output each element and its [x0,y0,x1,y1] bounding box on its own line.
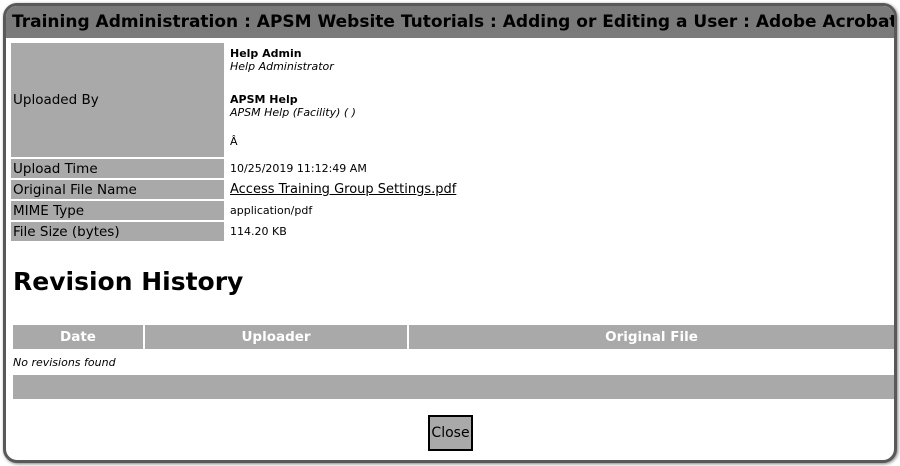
mime-type-value: application/pdf [230,204,313,217]
upload-time-label: Upload Time [11,159,226,178]
column-header-uploader: Uploader [145,325,407,349]
revision-history-heading: Revision History [13,267,244,296]
upload-time-row: Upload Time 10/25/2019 11:12:49 AM [11,159,891,178]
uploaded-by-label: Uploaded By [11,43,226,157]
uploader-name: Help Admin [230,47,302,60]
no-revisions-message: No revisions found [13,355,116,369]
uploader-name: APSM Help [230,93,298,106]
uploader-entry: APSM Help APSM Help (Facility) ( ) [230,73,887,119]
revision-header-row: Date Uploader Original File [13,325,894,349]
uploader-entry: Help Admin Help Administrator [230,43,887,73]
file-size-label: File Size (bytes) [11,222,226,241]
original-file-name-label: Original File Name [11,180,226,199]
revision-history-table: Date Uploader Original File No revisions… [11,325,894,372]
file-size-value: 114.20 KB [230,225,287,238]
upload-time-value: 10/25/2019 11:12:49 AM [230,162,367,175]
mime-type-label: MIME Type [11,201,226,220]
file-info-dialog: Training Administration : APSM Website T… [3,3,897,463]
original-file-link[interactable]: Access Training Group Settings.pdf [230,182,456,197]
dialog-title: Training Administration : APSM Website T… [6,6,894,38]
uploaded-by-row: Uploaded By Help Admin Help Administrato… [11,43,891,157]
uploaded-by-value: Help Admin Help Administrator APSM Help … [226,43,891,157]
column-header-original-file: Original File [409,325,894,349]
mime-type-row: MIME Type application/pdf [11,201,891,220]
uploaded-by-extra: Â [230,135,238,148]
uploader-role: Help Administrator [230,60,334,73]
file-size-row: File Size (bytes) 114.20 KB [11,222,891,241]
uploader-role: APSM Help (Facility) ( ) [230,106,356,119]
close-button[interactable]: Close [428,415,473,451]
file-properties-table: Uploaded By Help Admin Help Administrato… [11,41,891,243]
column-header-date: Date [13,325,143,349]
original-file-name-row: Original File Name Access Training Group… [11,180,891,199]
table-row: No revisions found [13,349,894,372]
revision-table-footer [13,375,894,399]
